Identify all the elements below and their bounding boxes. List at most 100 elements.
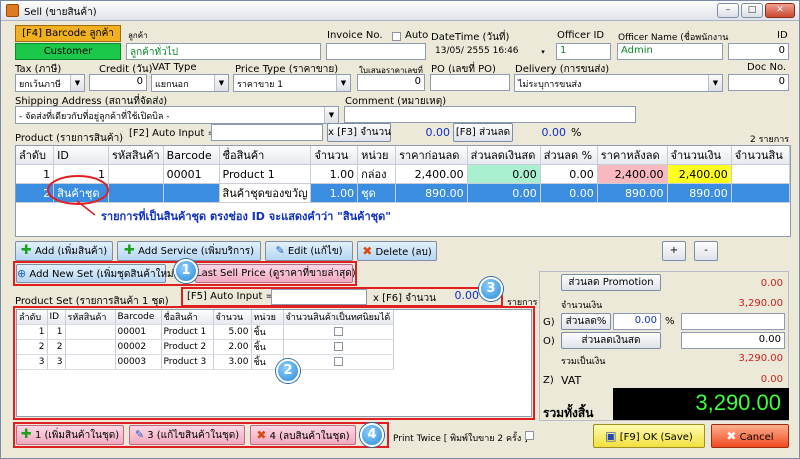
table-row[interactable]: 1 1 00001 Product 1 5.00 ชิ้น	[17, 324, 394, 340]
last-sell-price-button[interactable]: Last Sell Price (ดูราคาที่ขายล่าสุด)	[195, 264, 356, 283]
table-row[interactable]: 3 3 00003 Product 3 3.00 ชิ้น	[17, 354, 394, 370]
col-header[interactable]: ชื่อสินค้า	[161, 310, 214, 325]
calendar-icon[interactable]: ▾	[536, 44, 550, 60]
invoice-field[interactable]	[326, 43, 426, 60]
plus-button[interactable]: +	[662, 241, 686, 261]
cash-discount-button[interactable]: ส่วนลดเงินสด	[561, 332, 661, 349]
tax-dropdown[interactable]: ยกเว้นภาษี ▼	[15, 74, 85, 92]
doc-no-label: Doc No.	[747, 62, 787, 73]
table-cell: 2	[47, 339, 66, 355]
edit-label: Edit (แก้ไข)	[287, 246, 343, 257]
ok-save-button[interactable]: ▣ [F9] OK (Save)	[593, 424, 705, 448]
f3-quantity-value[interactable]: 0.00	[396, 126, 451, 139]
maximize-button[interactable]: □	[741, 3, 763, 18]
edit-button[interactable]: ✎ Edit (แก้ไข)	[265, 241, 353, 261]
col-header[interactable]: จำนวน	[213, 310, 252, 325]
net-value: 3,290.00	[738, 353, 783, 364]
delivery-dropdown[interactable]: ไม่ระบุการขนส่ง ▼	[514, 74, 723, 92]
decimal-checkbox[interactable]	[333, 342, 343, 351]
minus-button[interactable]: -	[694, 241, 718, 261]
col-header[interactable]: ลำดับ	[17, 310, 48, 325]
f3-quantity-button[interactable]: x [F3] จำนวน	[327, 123, 391, 142]
chevron-down-icon: ▼	[708, 75, 722, 91]
quote-field[interactable]: 0	[357, 74, 425, 91]
col-header[interactable]: ลำดับ	[16, 146, 55, 165]
credit-field[interactable]: 0	[89, 74, 147, 91]
add-button[interactable]: ✚ Add (เพิ่มสินค้า)	[15, 241, 113, 261]
shipping-dropdown[interactable]: - จัดส่งที่เดียวกับที่อยู่ลูกค้าที่ใช้เป…	[15, 106, 339, 124]
vat-type-dropdown[interactable]: แยกนอก ▼	[151, 74, 229, 92]
barcode-button[interactable]: [F4] Barcode ลูกค้า	[15, 25, 121, 42]
col-header[interactable]: จำนวนสิน	[731, 146, 790, 165]
f5-auto-input-field[interactable]	[271, 289, 367, 305]
add-new-set-button[interactable]: ⊕ Add New Set (เพิ่มชุดสินค้าใหม่)	[16, 264, 178, 283]
cancel-button[interactable]: ✖ Cancel	[711, 424, 789, 448]
col-header[interactable]: หน่วย	[251, 310, 284, 325]
delete-x-icon: ✖	[256, 428, 267, 442]
f5-auto-input-label: [F5] Auto Input =>	[187, 291, 283, 302]
table-cell: 00001	[163, 164, 220, 184]
delete-set-item-button[interactable]: ✖ 4 (ลบสินค้าในชุด)	[250, 425, 356, 445]
discount-percent-button[interactable]: ส่วนลด%	[561, 313, 611, 330]
col-header[interactable]: ชื่อสินค้า	[219, 146, 312, 165]
net-label: รวมเป็นเงิน	[561, 357, 606, 367]
officer-name-field[interactable]: Admin	[617, 43, 723, 60]
edit-set-item-button[interactable]: ✎ 3 (แก้ไขสินค้าในชุด)	[129, 425, 245, 445]
table-row[interactable]: 1 1 00001 Product 1 1.00 กล่อง 2,400.00 …	[16, 164, 790, 184]
col-header[interactable]: ส่วนลด %	[540, 146, 598, 165]
customer-button[interactable]: Customer	[15, 43, 121, 60]
product-set-grid[interactable]: ลำดับ ID รหัสสินค้า Barcode ชื่อสินค้า จ…	[16, 309, 532, 417]
table-cell: 3.00	[213, 354, 252, 370]
col-header[interactable]: Barcode	[115, 310, 162, 325]
annotation-arrow	[76, 200, 96, 216]
col-header[interactable]: ID	[53, 146, 109, 165]
f2-auto-input-field[interactable]	[211, 124, 323, 141]
print-twice-label: Print Twice [ พิมพ์ใบขาย 2 ครั้ง ]	[393, 434, 528, 444]
print-twice-checkbox[interactable]	[525, 431, 534, 440]
col-header[interactable]: รหัสสินค้า	[65, 310, 116, 325]
decimal-checkbox[interactable]	[333, 357, 343, 366]
col-header[interactable]: หน่วย	[357, 146, 397, 165]
table-cell: 00002	[115, 339, 162, 355]
decimal-checkbox[interactable]	[333, 327, 343, 336]
discount-percent-field[interactable]: 0.00	[613, 313, 661, 330]
delete-button[interactable]: ✖ Delete (ลบ)	[357, 241, 437, 261]
title-bar: Sell (ขายสินค้า) – □ ✕	[1, 1, 799, 21]
f6-quantity-value[interactable]: 0.00	[431, 289, 480, 302]
table-row-selected[interactable]: 2 สินค้าชุด สินค้าชุดของขวัญ 1.00 ชุด 89…	[16, 183, 790, 203]
doc-no-field[interactable]: 0	[728, 74, 789, 91]
datetime-picker[interactable]: 13/05/ 2555 16:46 ▾	[431, 43, 551, 61]
f8-discount-button[interactable]: [F8] ส่วนลด	[453, 123, 513, 142]
promotion-button[interactable]: ส่วนลด Promotion	[561, 274, 661, 291]
auto-checkbox[interactable]	[392, 32, 401, 41]
id-field[interactable]: 0	[728, 43, 789, 60]
col-header[interactable]: ID	[47, 310, 66, 325]
col-header[interactable]: Barcode	[163, 146, 220, 165]
price-type-dropdown[interactable]: ราคาขาย 1 ▼	[233, 74, 351, 92]
officer-id-field[interactable]: 1	[556, 43, 611, 60]
discount-percent-sign: %	[571, 126, 582, 139]
close-button[interactable]: ✕	[765, 3, 795, 18]
add-service-button[interactable]: ✚ Add Service (เพิ่มบริการ)	[117, 241, 261, 261]
vat-type-value: แยกนอก	[155, 80, 189, 90]
col-header[interactable]: ราคาก่อนลด	[395, 146, 468, 165]
col-header[interactable]: จำนวนเงิน	[667, 146, 732, 165]
cash-discount-field[interactable]: 0.00	[681, 332, 785, 349]
col-header[interactable]: ราคาหลังลด	[597, 146, 668, 165]
f8-discount-value[interactable]: 0.00	[516, 126, 567, 139]
minimize-button[interactable]: –	[717, 3, 739, 18]
customer-label: ลูกค้า	[128, 31, 148, 40]
chevron-down-icon: ▼	[214, 75, 228, 91]
col-header[interactable]: จำนวน	[310, 146, 359, 165]
table-cell: ชิ้น	[251, 339, 284, 355]
po-field[interactable]	[430, 74, 510, 91]
table-row[interactable]: 2 2 00002 Product 2 2.00 ชิ้น	[17, 339, 394, 355]
customer-name-field[interactable]: ลูกค้าทั่วไป	[126, 43, 321, 60]
col-header[interactable]: จำนวนสินค้าเป็นทศนิยมได้	[283, 310, 394, 325]
col-header[interactable]: รหัสสินค้า	[108, 146, 164, 165]
invoice-label: Invoice No.	[327, 30, 383, 41]
col-header[interactable]: ส่วนลดเงินสด	[467, 146, 541, 165]
comment-field[interactable]	[344, 106, 636, 123]
add-set-item-button[interactable]: ✚ 1 (เพิ่มสินค้าในชุด)	[16, 425, 124, 445]
table-cell: Product 1	[161, 324, 214, 340]
